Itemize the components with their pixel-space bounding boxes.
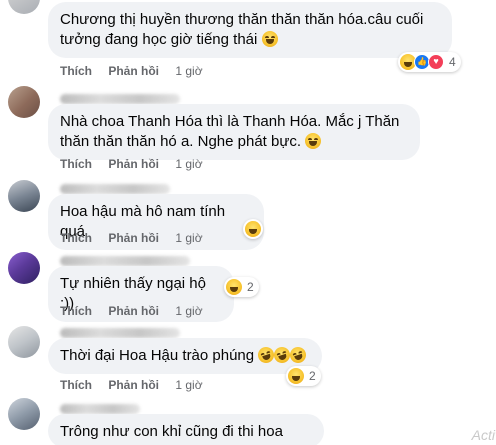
reply-link[interactable]: Phản hồi [108, 157, 159, 171]
laughing-emoji-icon [261, 31, 278, 47]
reaction-summary[interactable]: 4 [398, 52, 461, 72]
commenter-name-redacted [60, 404, 140, 414]
timestamp[interactable]: 1 giờ [175, 378, 202, 392]
timestamp[interactable]: 1 giờ [175, 64, 202, 78]
comment-actions: Thích Phản hồi 1 giờ [60, 64, 216, 78]
like-link[interactable]: Thích [60, 378, 92, 392]
comment-text: Trông như con khỉ cũng đi thi hoa hậu [60, 423, 283, 445]
reaction-summary[interactable]: 2 [286, 366, 321, 386]
like-link[interactable]: Thích [60, 157, 92, 171]
timestamp[interactable]: 1 giờ [175, 231, 202, 245]
reaction-count: 4 [449, 55, 456, 69]
reaction-summary[interactable] [243, 219, 263, 239]
comment-bubble: Chương thị huyền thương thăn thăn thăn h… [48, 2, 452, 58]
activate-watermark: Activ [471, 427, 496, 443]
commenter-name-redacted [60, 94, 180, 104]
comment-text: Thời đại Hoa Hậu trào phúng [60, 347, 255, 364]
comment-bubble: Nhà choa Thanh Hóa thì là Thanh Hóa. Mắc… [48, 104, 420, 160]
reply-link[interactable]: Phản hồi [108, 304, 159, 318]
comment-actions: Thích Phản hồi 1 giờ [60, 378, 216, 392]
reply-link[interactable]: Phản hồi [108, 378, 159, 392]
like-link[interactable]: Thích [60, 304, 92, 318]
reaction-count: 2 [309, 369, 316, 383]
haha-reaction-icon [226, 279, 242, 295]
haha-reaction-icon [245, 221, 261, 237]
commenter-name-redacted [60, 328, 180, 338]
timestamp[interactable]: 1 giờ [175, 304, 202, 318]
comment-bubble: Thời đại Hoa Hậu trào phúng [48, 338, 322, 374]
commenter-avatar[interactable] [8, 326, 40, 358]
reply-link[interactable]: Phản hồi [108, 64, 159, 78]
commenter-name-redacted [60, 184, 170, 194]
comment-bubble: Trông như con khỉ cũng đi thi hoa hậu [48, 414, 324, 445]
timestamp[interactable]: 1 giờ [175, 157, 202, 171]
rolling-laughing-emoji-icon [288, 344, 309, 366]
like-link[interactable]: Thích [60, 231, 92, 245]
reaction-summary[interactable]: 2 [224, 277, 259, 297]
haha-reaction-icon [288, 368, 304, 384]
comment-actions: Thích Phản hồi 1 giờ [60, 157, 216, 171]
commenter-name-redacted [60, 256, 190, 266]
commenter-avatar[interactable] [8, 86, 40, 118]
comment-actions: Thích Phản hồi 1 giờ [60, 304, 216, 318]
laughing-emoji-icon [305, 133, 322, 149]
reply-link[interactable]: Phản hồi [108, 231, 159, 245]
commenter-avatar[interactable] [8, 180, 40, 212]
commenter-avatar[interactable] [8, 252, 40, 284]
commenter-avatar[interactable] [8, 398, 40, 430]
love-reaction-icon [428, 54, 444, 70]
reaction-count: 2 [247, 280, 254, 294]
comment-text: Chương thị huyền thương thăn thăn thăn h… [60, 11, 428, 48]
comment-text: Nhà choa Thanh Hóa thì là Thanh Hóa. Mắc… [60, 113, 404, 150]
like-link[interactable]: Thích [60, 64, 92, 78]
comment-actions: Thích Phản hồi 1 giờ [60, 231, 216, 245]
commenter-avatar[interactable] [8, 0, 40, 14]
